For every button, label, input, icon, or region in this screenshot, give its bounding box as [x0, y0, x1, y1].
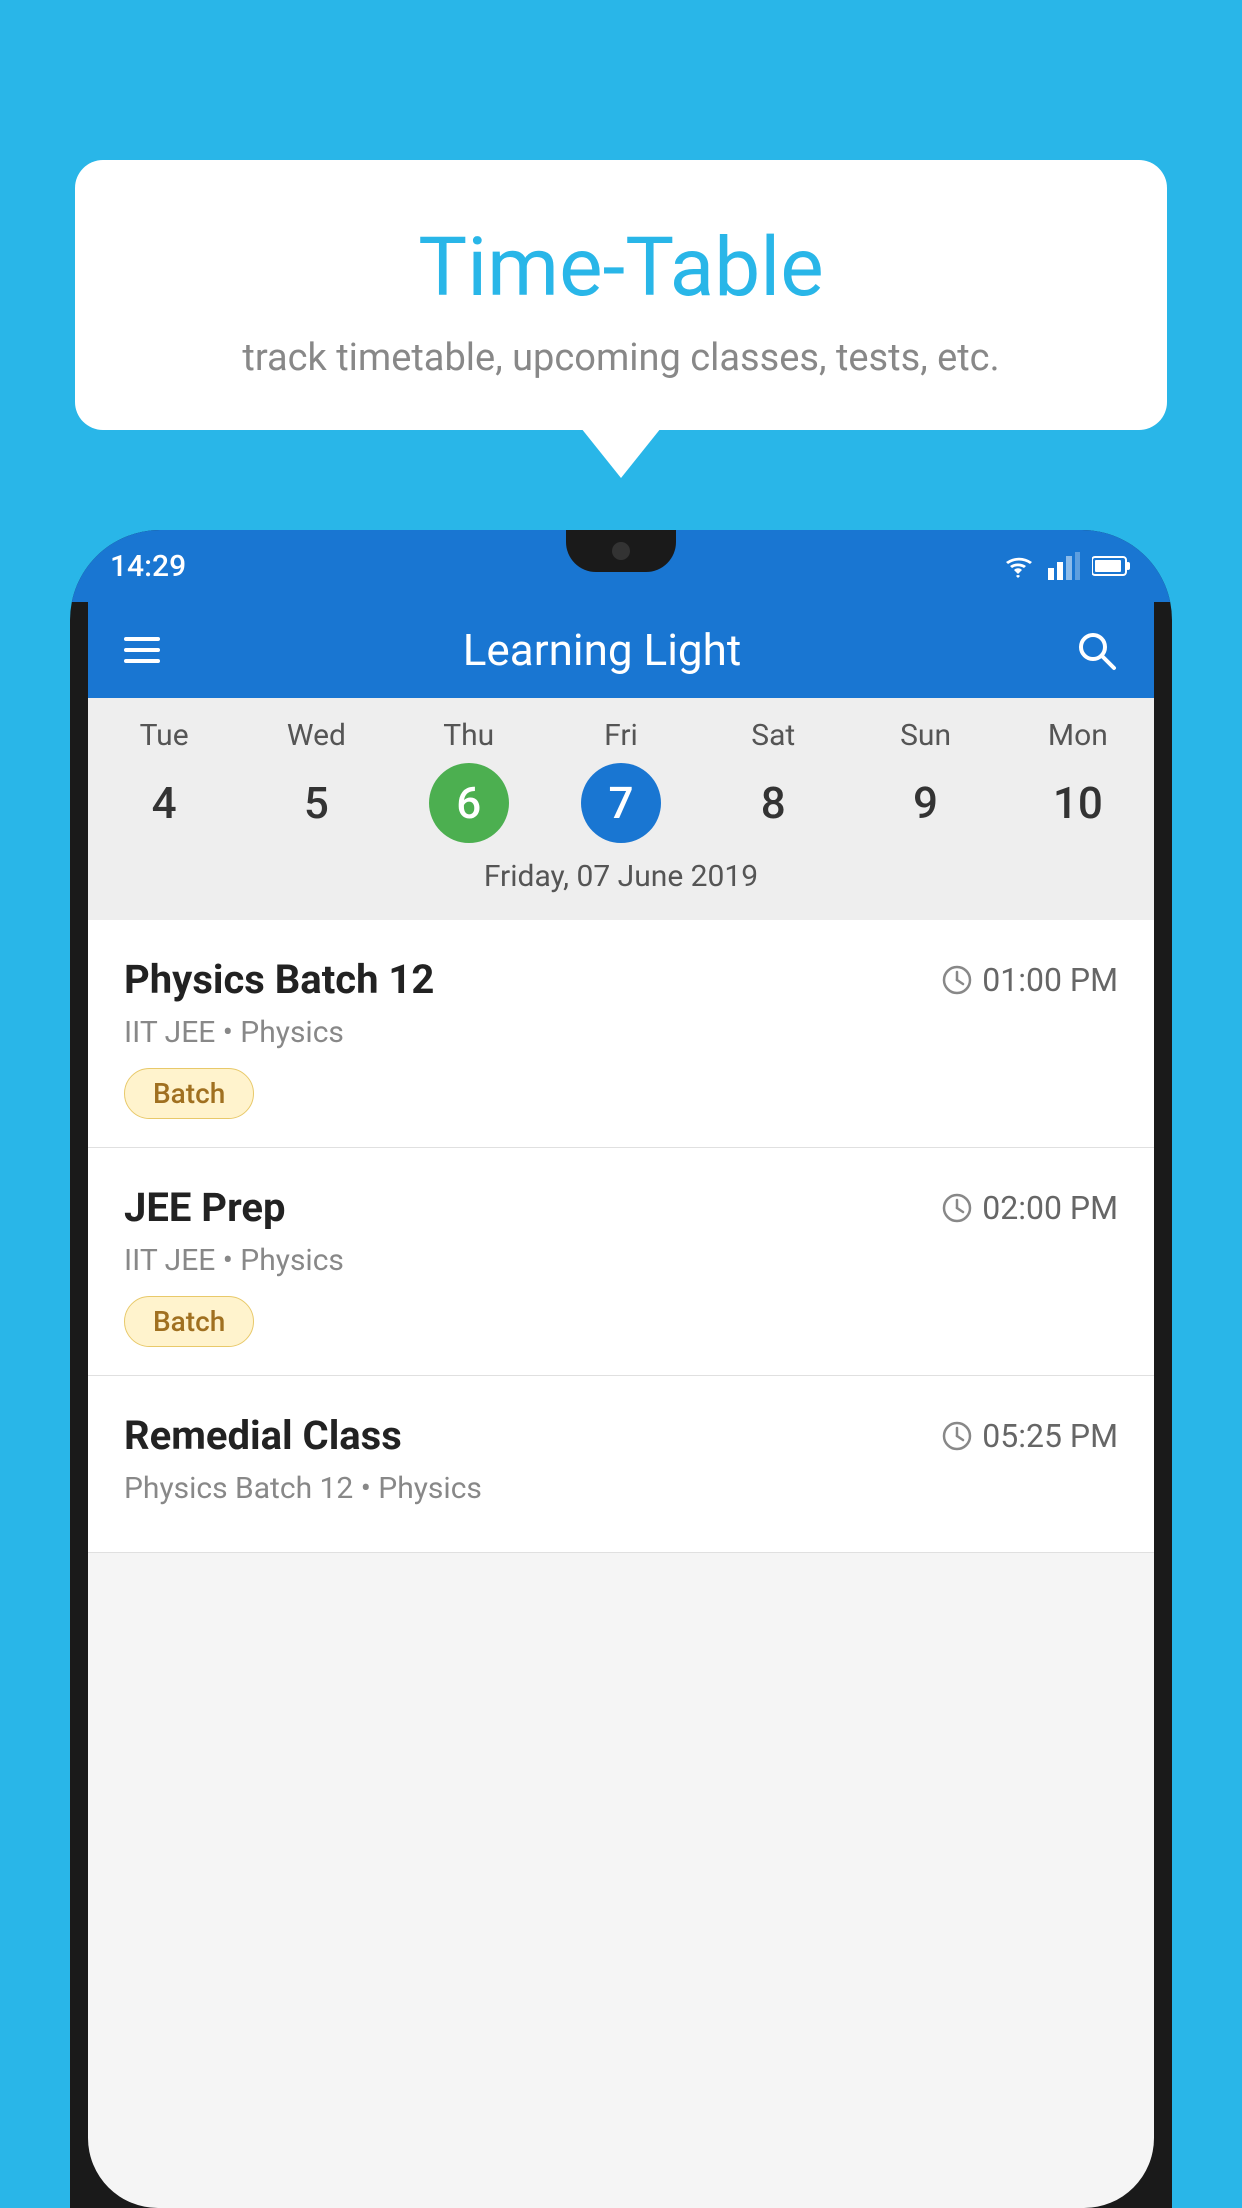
event-card-remedial-class[interactable]: Remedial Class 05:25 PM Physics Batch 12…: [88, 1376, 1154, 1553]
day-8[interactable]: 8: [733, 763, 813, 843]
event-header-2: JEE Prep 02:00 PM: [124, 1184, 1118, 1231]
event-header-1: Physics Batch 12 01:00 PM: [124, 956, 1118, 1003]
day-header-wed: Wed: [240, 718, 392, 753]
event-title-1: Physics Batch 12: [124, 956, 434, 1003]
event-card-physics-batch-12[interactable]: Physics Batch 12 01:00 PM IIT JEE • Phys…: [88, 920, 1154, 1148]
calendar-date-label: Friday, 07 June 2019: [88, 859, 1154, 910]
phone-notch: [566, 530, 676, 572]
event-title-2: JEE Prep: [124, 1184, 285, 1231]
status-icons: [1000, 552, 1132, 580]
hamburger-menu-icon[interactable]: [124, 637, 160, 663]
clock-icon-1: [942, 965, 972, 995]
event-time-1: 01:00 PM: [942, 961, 1118, 999]
event-subtitle-1: IIT JEE • Physics: [124, 1015, 1118, 1050]
day-header-fri: Fri: [545, 718, 697, 753]
events-list: Physics Batch 12 01:00 PM IIT JEE • Phys…: [88, 920, 1154, 1553]
tooltip-subtitle: track timetable, upcoming classes, tests…: [125, 336, 1117, 380]
battery-icon: [1092, 555, 1132, 577]
clock-icon-3: [942, 1421, 972, 1451]
status-bar: 14:29: [70, 530, 1172, 602]
event-time-3: 05:25 PM: [942, 1417, 1118, 1455]
event-subtitle-2: IIT JEE • Physics: [124, 1243, 1118, 1278]
day-header-sat: Sat: [697, 718, 849, 753]
signal-icon: [1048, 552, 1080, 580]
phone-screen: Learning Light Tue Wed Thu Fri Sat Sun M…: [88, 602, 1154, 2208]
app-bar: Learning Light: [88, 602, 1154, 698]
day-6-today[interactable]: 6: [429, 763, 509, 843]
phone-frame: 14:29: [70, 530, 1172, 2208]
event-time-2: 02:00 PM: [942, 1189, 1118, 1227]
day-headers: Tue Wed Thu Fri Sat Sun Mon: [88, 718, 1154, 753]
event-subtitle-3: Physics Batch 12 • Physics: [124, 1471, 1118, 1506]
day-header-sun: Sun: [849, 718, 1001, 753]
search-icon[interactable]: [1074, 628, 1118, 672]
day-header-mon: Mon: [1002, 718, 1154, 753]
day-header-tue: Tue: [88, 718, 240, 753]
event-header-3: Remedial Class 05:25 PM: [124, 1412, 1118, 1459]
batch-badge-2: Batch: [124, 1296, 254, 1347]
camera-dot: [612, 542, 630, 560]
event-title-3: Remedial Class: [124, 1412, 402, 1459]
tooltip-card: Time-Table track timetable, upcoming cla…: [75, 160, 1167, 430]
wifi-icon: [1000, 552, 1036, 580]
clock-icon-2: [942, 1193, 972, 1223]
day-9[interactable]: 9: [886, 763, 966, 843]
calendar-strip: Tue Wed Thu Fri Sat Sun Mon 4 5 6 7 8 9 …: [88, 698, 1154, 920]
day-header-thu: Thu: [393, 718, 545, 753]
day-7-selected[interactable]: 7: [581, 763, 661, 843]
batch-badge-1: Batch: [124, 1068, 254, 1119]
day-10[interactable]: 10: [1038, 763, 1118, 843]
event-card-jee-prep[interactable]: JEE Prep 02:00 PM IIT JEE • Physics Batc…: [88, 1148, 1154, 1376]
day-numbers: 4 5 6 7 8 9 10: [88, 763, 1154, 843]
status-time: 14:29: [110, 549, 186, 584]
day-4[interactable]: 4: [124, 763, 204, 843]
tooltip-title: Time-Table: [125, 220, 1117, 316]
day-5[interactable]: 5: [276, 763, 356, 843]
app-title: Learning Light: [190, 624, 1014, 676]
